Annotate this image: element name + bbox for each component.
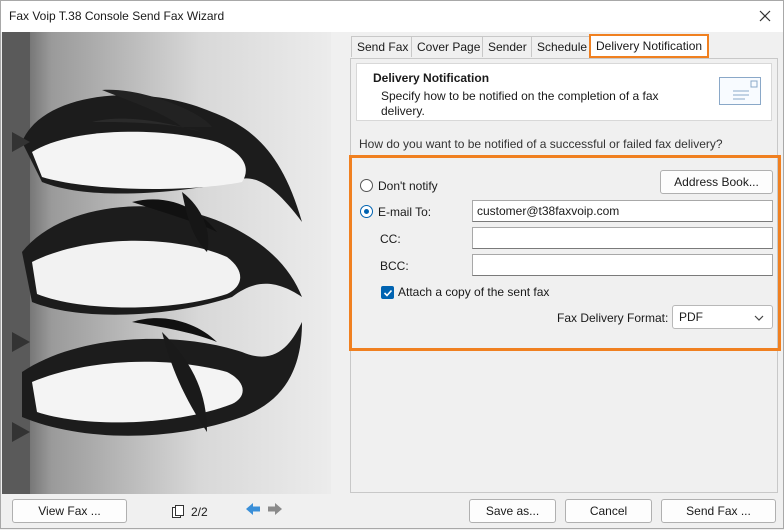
cancel-label: Cancel [589, 504, 628, 518]
attach-copy-checkbox[interactable] [381, 286, 394, 299]
notification-options-group: Don't notify Address Book... E-mail To: … [349, 155, 781, 351]
cc-label: CC: [380, 232, 401, 246]
bcc-label: BCC: [380, 259, 409, 273]
address-book-label: Address Book... [674, 175, 759, 189]
previous-page-arrow-icon[interactable] [245, 502, 261, 516]
bcc-field[interactable] [472, 254, 773, 276]
send-fax-button[interactable]: Send Fax ... [661, 499, 776, 523]
attach-copy-label: Attach a copy of the sent fax [398, 285, 550, 299]
notification-question: How do you want to be notified of a succ… [359, 137, 723, 151]
view-fax-label: View Fax ... [38, 504, 101, 518]
fax-preview [2, 32, 331, 494]
envelope-icon [719, 77, 761, 105]
address-book-button[interactable]: Address Book... [660, 170, 773, 194]
chevron-down-icon [754, 315, 764, 321]
wizard-window: Fax Voip T.38 Console Send Fax Wizard Se… [0, 0, 784, 529]
cc-field[interactable] [472, 227, 773, 249]
save-as-button[interactable]: Save as... [469, 499, 556, 523]
tab-schedule[interactable]: Schedule [531, 36, 594, 57]
close-icon [759, 10, 771, 22]
tab-delivery-notification[interactable]: Delivery Notification [589, 34, 710, 58]
next-page-arrow-icon[interactable] [267, 502, 283, 516]
window-title: Fax Voip T.38 Console Send Fax Wizard [9, 9, 225, 23]
page-indicator: 2/2 [172, 505, 208, 519]
dont-notify-radio[interactable] [360, 179, 373, 192]
close-button[interactable] [753, 5, 777, 27]
send-fax-label: Send Fax ... [686, 504, 751, 518]
cancel-button[interactable]: Cancel [565, 499, 652, 523]
email-to-radio[interactable] [360, 205, 373, 218]
page-indicator-text: 2/2 [191, 505, 208, 519]
pages-icon [172, 505, 184, 518]
panel-header-title: Delivery Notification [373, 71, 490, 85]
tab-send-fax[interactable]: Send Fax [351, 36, 415, 57]
delivery-notification-panel: Delivery Notification Specify how to be … [349, 58, 781, 493]
fax-delivery-format-value: PDF [679, 310, 703, 324]
email-to-label: E-mail To: [378, 205, 432, 219]
fax-delivery-format-label: Fax Delivery Format: [557, 311, 669, 325]
fax-delivery-format-select[interactable]: PDF [672, 305, 773, 329]
view-fax-button[interactable]: View Fax ... [12, 499, 127, 523]
panel-header: Delivery Notification Specify how to be … [356, 63, 772, 121]
checkmark-icon [383, 289, 392, 297]
panel-header-description: Specify how to be notified on the comple… [381, 89, 659, 118]
tab-sender[interactable]: Sender [482, 36, 533, 57]
dont-notify-label: Don't notify [378, 179, 438, 193]
fax-page-image [2, 32, 331, 494]
tab-cover-page[interactable]: Cover Page [411, 36, 487, 57]
bottom-bar: View Fax ... 2/2 Save as... Cancel Send … [1, 494, 784, 530]
email-to-field[interactable]: customer@t38faxvoip.com [472, 200, 773, 222]
title-bar: Fax Voip T.38 Console Send Fax Wizard [1, 1, 783, 32]
save-as-label: Save as... [485, 504, 540, 518]
